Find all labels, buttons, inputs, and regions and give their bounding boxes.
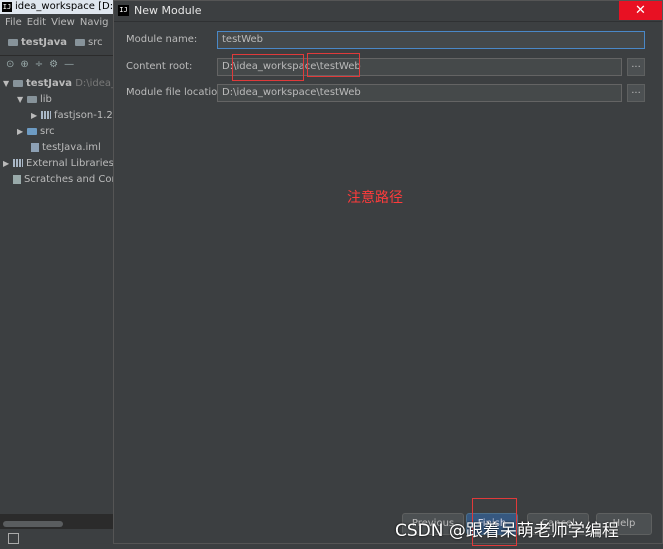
scope-icon[interactable]: ⊙ (6, 59, 14, 70)
chevron-down-icon[interactable]: ▼ (3, 76, 13, 92)
annotation-box-workspace (232, 54, 304, 81)
dialog-titlebar: IJ New Module ✕ (114, 1, 662, 22)
tree-item-scratches[interactable]: Scratches and Cor (13, 172, 115, 188)
annotation-note: 注意路径 (347, 190, 403, 206)
breadcrumb: testJava src (0, 31, 115, 56)
ide-menubar: File Edit View Navig (0, 14, 115, 31)
folder-icon (27, 127, 37, 135)
breadcrumb-item-src[interactable]: src (75, 37, 103, 48)
collapse-icon[interactable]: — (64, 59, 74, 70)
dialog-title: New Module (134, 4, 202, 17)
tree-item-root[interactable]: ▼ testJava D:\idea_ (3, 76, 115, 92)
menu-view[interactable]: View (51, 17, 75, 28)
settings-icon[interactable]: ⚙ (49, 59, 58, 70)
chevron-down-icon[interactable]: ▼ (17, 92, 27, 108)
project-tree: ▼ testJava D:\idea_ ▼ lib ▶ fastjson-1.2. ▶… (0, 74, 115, 514)
new-module-dialog: IJ New Module ✕ Module name: Content roo… (113, 0, 663, 546)
breadcrumb-item-project[interactable]: testJava (8, 37, 67, 48)
library-icon (13, 159, 23, 167)
browse-module-file-button[interactable]: ... (627, 84, 645, 102)
menu-edit[interactable]: Edit (27, 17, 46, 28)
watermark: CSDN @跟着呆萌老师学编程 (395, 521, 619, 541)
module-file-location-input[interactable] (217, 84, 622, 102)
ide-titlebar: IJidea_workspace [D:\idea (0, 0, 120, 14)
annotation-box-module (307, 53, 360, 77)
intellij-logo-icon: IJ (2, 2, 12, 12)
iml-file-icon (31, 142, 39, 152)
folder-icon (13, 79, 23, 87)
jar-icon (41, 111, 51, 119)
module-file-location-label: Module file location: (126, 87, 227, 98)
tree-item-iml[interactable]: testJava.iml (31, 140, 101, 156)
project-toolbar: ⊙ ⊕ ÷ ⚙ — (0, 56, 115, 74)
browse-content-root-button[interactable]: ... (627, 58, 645, 76)
menu-navigate[interactable]: Navig (80, 17, 109, 28)
intellij-logo-icon: IJ (118, 5, 129, 16)
close-icon: ✕ (635, 3, 646, 18)
scratches-icon (13, 174, 21, 184)
tree-item-jar[interactable]: ▶ fastjson-1.2. (31, 108, 115, 124)
tree-item-src[interactable]: ▶ src (17, 124, 55, 140)
tree-item-external-libraries[interactable]: ▶ External Libraries (3, 156, 114, 172)
folder-icon (27, 95, 37, 103)
close-button[interactable]: ✕ (619, 1, 662, 20)
menu-file[interactable]: File (5, 17, 22, 28)
ide-title: idea_workspace [D:\idea (15, 1, 120, 12)
horizontal-scrollbar[interactable] (3, 521, 63, 527)
chevron-right-icon[interactable]: ▶ (17, 124, 27, 140)
chevron-right-icon[interactable]: ▶ (31, 108, 41, 124)
folder-icon (8, 38, 18, 46)
sync-icon[interactable]: ⊕ (20, 59, 28, 70)
content-root-label: Content root: (126, 61, 193, 72)
folder-icon (75, 38, 86, 46)
module-name-label: Module name: (126, 34, 198, 45)
tool-window-toggle-icon[interactable] (8, 533, 19, 544)
chevron-right-icon[interactable]: ▶ (3, 156, 13, 172)
tree-item-lib[interactable]: ▼ lib (17, 92, 52, 108)
expand-icon[interactable]: ÷ (35, 59, 43, 70)
module-name-input[interactable] (217, 31, 645, 49)
